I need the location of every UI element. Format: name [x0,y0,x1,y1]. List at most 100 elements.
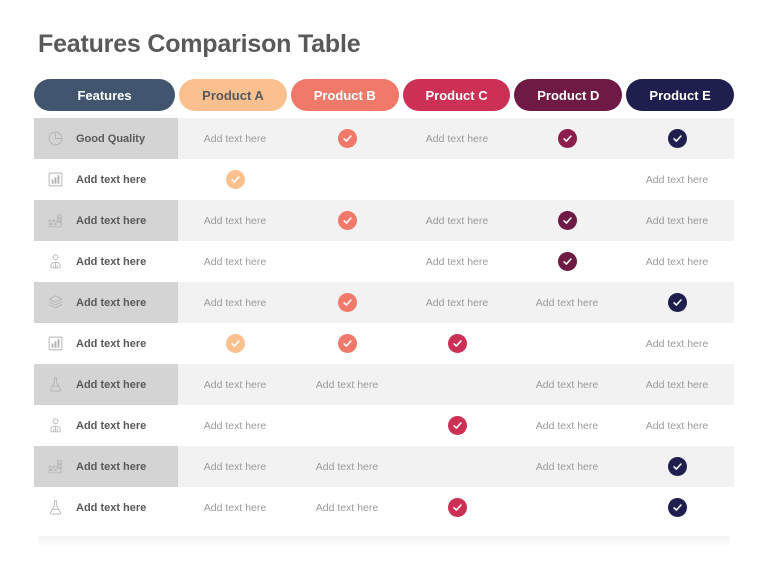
cell-product-c[interactable] [402,364,512,405]
cell-text: Add text here [203,255,267,268]
header-pill-product-a[interactable]: Product A [179,79,287,111]
cell-product-a[interactable]: Add text here [178,241,292,282]
cell-product-e[interactable] [622,118,732,159]
header-pill-product-e[interactable]: Product E [626,79,734,111]
check-icon [337,211,357,230]
cell-product-b[interactable] [292,323,402,364]
cell-product-c[interactable] [402,159,512,200]
cell-product-e[interactable] [622,282,732,323]
cell-product-d[interactable] [512,487,622,528]
cell-product-d[interactable] [512,323,622,364]
cell-product-d[interactable]: Add text here [512,405,622,446]
cell-product-e[interactable]: Add text here [622,200,732,241]
cell-product-d[interactable]: Add text here [512,282,622,323]
feature-cell: Add text here [34,487,178,528]
cell-text: Add text here [203,132,267,145]
cell-product-a[interactable] [178,159,292,200]
cell-product-d[interactable] [512,118,622,159]
cell-text: Add text here [645,173,709,186]
cell-product-c[interactable]: Add text here [402,200,512,241]
flask-icon [42,499,68,516]
cell-product-e[interactable]: Add text here [622,159,732,200]
cell-product-b[interactable]: Add text here [292,487,402,528]
cell-product-e[interactable]: Add text here [622,405,732,446]
table-row: Add text here Add text here Add text here A… [34,446,734,487]
cell-product-a[interactable]: Add text here [178,118,292,159]
cell-product-b[interactable] [292,241,402,282]
cell-product-a[interactable]: Add text here [178,405,292,446]
cell-product-c[interactable]: Add text here [402,118,512,159]
cell-product-b[interactable] [292,118,402,159]
check-icon [667,498,687,517]
cell-product-a[interactable]: Add text here [178,487,292,528]
cell-text: Add text here [203,214,267,227]
cell-product-e[interactable]: Add text here [622,364,732,405]
cell-product-a[interactable] [178,323,292,364]
table-bottom-shadow [38,536,730,548]
table-row: Add text here Add text here Add text here A… [34,405,734,446]
cell-text: Add text here [315,501,379,514]
row-data-cells: Add text here Add text here [178,487,734,528]
cell-product-b[interactable]: Add text here [292,446,402,487]
cell-product-c[interactable] [402,323,512,364]
header-pill-product-d[interactable]: Product D [514,79,623,111]
feature-label: Add text here [76,378,147,391]
cell-text: Add text here [425,255,489,268]
row-data-cells: Add text here Add text here Add text here A… [178,364,734,405]
cell-product-b[interactable] [292,405,402,446]
cell-product-b[interactable] [292,200,402,241]
feature-label: Add text here [76,173,147,186]
header-pill-product-c[interactable]: Product C [402,79,511,111]
table-body: Good Quality Add text here Add text here Ad… [34,118,734,528]
cell-product-e[interactable]: Add text here [622,241,732,282]
slide-canvas: Features Comparison Table Features Produc… [0,0,768,576]
cell-product-e[interactable] [622,446,732,487]
factory-icon [42,458,68,475]
feature-cell: Good Quality [34,118,178,159]
table-row: Add text here Add text here Add text here A… [34,241,734,282]
bar-chart-icon [42,171,68,188]
cell-product-d[interactable]: Add text here [512,364,622,405]
cell-product-d[interactable] [512,200,622,241]
table-row: Good Quality Add text here Add text here [34,118,734,159]
cell-product-d[interactable] [512,159,622,200]
cell-product-c[interactable]: Add text here [402,241,512,282]
table-header-row: Features Product A Product B Product C Produ… [34,79,734,111]
feature-label: Add text here [76,255,147,268]
cell-product-b[interactable] [292,159,402,200]
factory-icon [42,212,68,229]
cell-text: Add text here [645,419,709,432]
feature-cell: Add text here [34,241,178,282]
feature-label: Good Quality [76,132,146,145]
header-pill-features[interactable]: Features [34,79,176,111]
feature-cell: Add text here [34,282,178,323]
table-row: Add text here Add text here Add text here A… [34,364,734,405]
flask-icon [42,376,68,393]
cell-product-d[interactable]: Add text here [512,446,622,487]
cell-product-a[interactable]: Add text here [178,364,292,405]
cell-product-d[interactable] [512,241,622,282]
check-icon [447,416,467,435]
feature-cell: Add text here [34,159,178,200]
cell-product-a[interactable]: Add text here [178,446,292,487]
cell-product-e[interactable]: Add text here [622,323,732,364]
feature-label: Add text here [76,460,147,473]
cell-product-c[interactable]: Add text here [402,282,512,323]
cell-text: Add text here [425,214,489,227]
check-icon [337,334,357,353]
cell-product-c[interactable] [402,446,512,487]
feature-cell: Add text here [34,446,178,487]
cell-product-e[interactable] [622,487,732,528]
cell-product-a[interactable]: Add text here [178,200,292,241]
cell-product-c[interactable] [402,487,512,528]
businessman-icon [42,417,68,434]
header-pill-product-b[interactable]: Product B [290,79,399,111]
cell-text: Add text here [645,378,709,391]
cell-text: Add text here [535,378,599,391]
cell-product-b[interactable] [292,282,402,323]
row-data-cells: Add text here Add text here Add text here [178,446,734,487]
feature-label: Add text here [76,214,147,227]
cell-product-b[interactable]: Add text here [292,364,402,405]
cell-product-a[interactable]: Add text here [178,282,292,323]
cell-product-c[interactable] [402,405,512,446]
